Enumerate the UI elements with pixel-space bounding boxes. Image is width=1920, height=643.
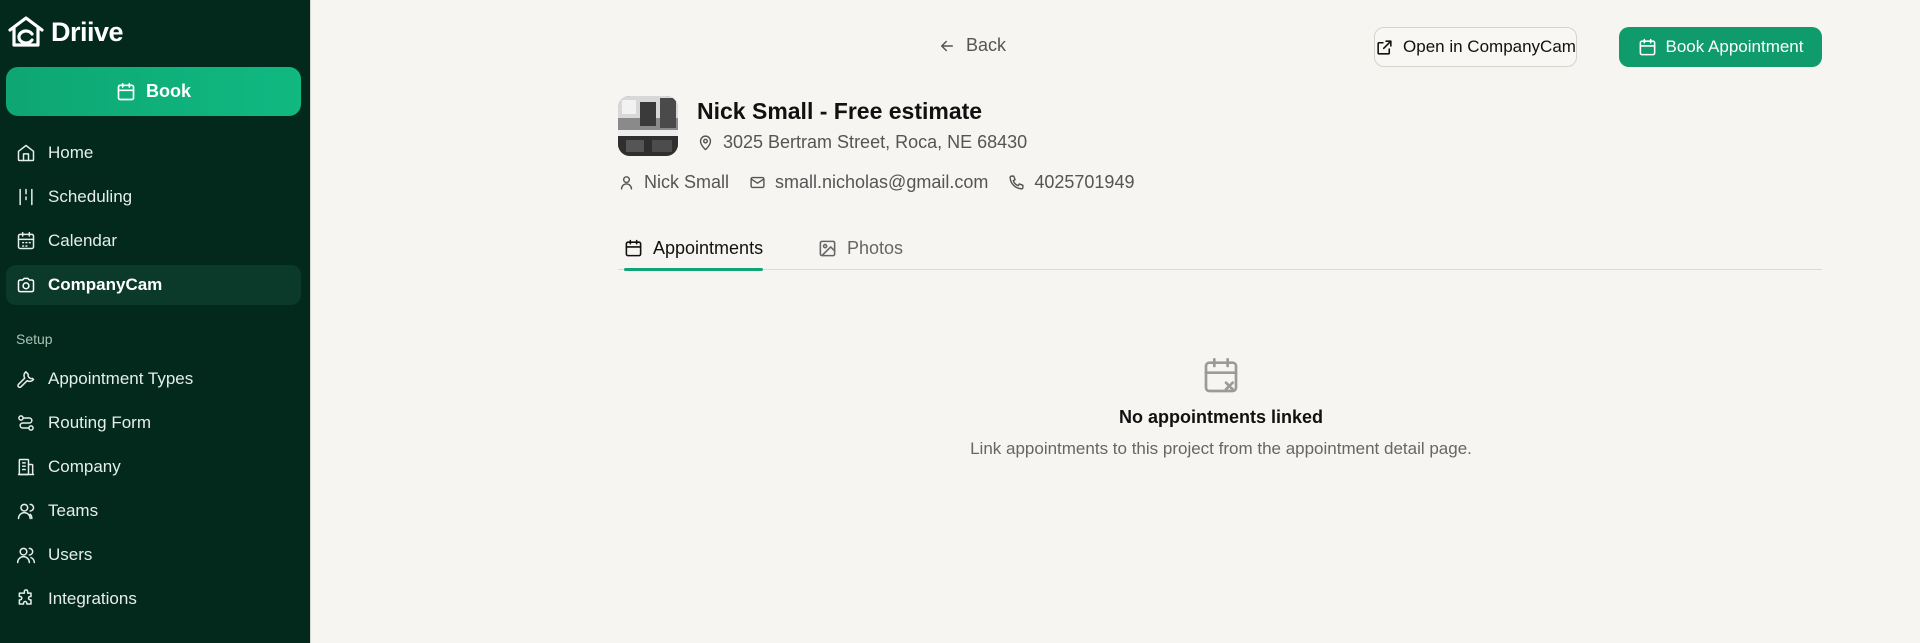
brand-name: Driive (51, 16, 124, 47)
contact-name: Nick Small (618, 172, 729, 193)
sidebar: Driive Book Home Scheduling Calendar Com… (0, 0, 311, 643)
sidebar-item-company[interactable]: Company (6, 447, 301, 487)
sidebar-item-appointment-types[interactable]: Appointment Types (6, 359, 301, 399)
sidebar-item-home[interactable]: Home (6, 133, 301, 173)
address-text: 3025 Bertram Street, Roca, NE 68430 (723, 132, 1028, 152)
sidebar-item-label: Home (48, 143, 94, 162)
book-appointment-label: Book Appointment (1665, 37, 1804, 56)
sidebar-item-routing-form[interactable]: Routing Form (6, 403, 301, 443)
tab-label: Appointments (653, 237, 764, 258)
arrow-left-icon (941, 40, 953, 51)
mail-icon (750, 176, 765, 189)
tab-appointments[interactable]: Appointments (624, 226, 764, 271)
sidebar-item-users[interactable]: Users (6, 535, 301, 575)
puzzle-icon (18, 589, 32, 605)
open-button-label: Open in CompanyCam (1403, 37, 1576, 56)
brand-logo[interactable]: Driive (7, 15, 124, 49)
project-thumbnail (618, 96, 678, 156)
book-button-label: Book (146, 81, 191, 101)
open-in-companycam-button[interactable]: Open in CompanyCam (1374, 27, 1577, 67)
home-icon (17, 144, 35, 162)
user-icon (620, 176, 633, 190)
book-button[interactable]: Book (6, 67, 301, 116)
sidebar-item-label: Appointment Types (48, 369, 194, 388)
sidebar-item-label: Users (48, 545, 93, 564)
wrench-icon (17, 371, 35, 389)
project-address: 3025 Bertram Street, Roca, NE 68430 (697, 132, 1027, 153)
contact-phone[interactable]: 4025701949 (1008, 172, 1134, 193)
tab-photos[interactable]: Photos (818, 226, 903, 270)
project-tabs: Appointments Photos (618, 226, 1822, 271)
sidebar-item-label: Routing Form (48, 413, 151, 432)
user-icon (17, 503, 35, 520)
back-link[interactable]: Back (938, 35, 1006, 56)
house-logo-icon (8, 16, 44, 47)
tab-label: Photos (847, 237, 904, 258)
sidebar-item-calendar[interactable]: Calendar (6, 221, 301, 261)
phone-icon (1009, 175, 1024, 190)
calendar-icon (117, 82, 135, 100)
calendar-icon (17, 231, 35, 250)
kitchen-photo (618, 96, 678, 156)
calendar-icon (625, 239, 642, 256)
image-icon (819, 240, 836, 256)
setup-heading: Setup (16, 331, 53, 347)
contact-email-text: small.nicholas@gmail.com (775, 172, 989, 192)
sidebar-item-teams[interactable]: Teams (6, 491, 301, 531)
camera-icon (17, 277, 35, 293)
main-content: Back Open in CompanyCam Book Appointment… (311, 0, 1920, 643)
external-link-icon (1377, 39, 1392, 55)
book-appointment-button[interactable]: Book Appointment (1619, 27, 1822, 67)
route-icon (18, 415, 34, 431)
map-pin-icon (699, 135, 712, 151)
sidebar-item-integrations[interactable]: Integrations (6, 579, 301, 619)
sidebar-item-label: Scheduling (48, 187, 133, 206)
sidebar-item-scheduling[interactable]: Scheduling (6, 177, 301, 217)
contact-row: Nick Small small.nicholas@gmail.com 4025… (618, 172, 1154, 193)
empty-state: No appointments linked Link appointments… (961, 356, 1481, 459)
sidebar-item-label: Calendar (48, 231, 117, 250)
empty-state-title: No appointments linked (1118, 407, 1323, 427)
sidebar-item-label: Teams (48, 501, 99, 520)
contact-email[interactable]: small.nicholas@gmail.com (749, 172, 988, 193)
users-icon (16, 547, 36, 564)
contact-name-text: Nick Small (644, 172, 730, 192)
contact-phone-text: 4025701949 (1034, 172, 1135, 192)
sidebar-item-label: CompanyCam (48, 275, 163, 294)
sidebar-item-companycam[interactable]: CompanyCam (6, 265, 301, 305)
empty-state-description: Link appointments to this project from t… (970, 439, 1472, 458)
building-icon (17, 458, 35, 476)
sidebar-nav: Home Scheduling Calendar CompanyCam Setu… (6, 133, 301, 623)
project-title: Nick Small - Free estimate (697, 98, 983, 124)
back-label: Back (966, 35, 1007, 55)
calendar-x-icon (1204, 358, 1238, 393)
calendar-icon (1639, 38, 1655, 55)
sidebar-item-label: Integrations (48, 589, 137, 608)
sidebar-item-label: Company (48, 457, 121, 476)
scheduling-icon (19, 188, 33, 206)
